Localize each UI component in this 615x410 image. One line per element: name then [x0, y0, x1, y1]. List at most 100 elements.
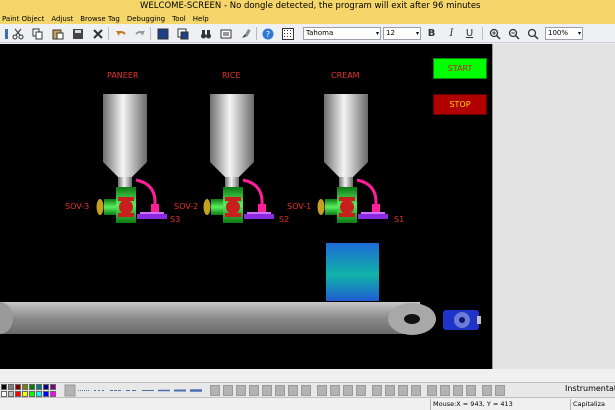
hopper-rice — [210, 94, 254, 187]
color-swatch[interactable] — [50, 384, 56, 390]
sensor-s2 — [242, 178, 274, 219]
undo-icon[interactable] — [113, 26, 128, 41]
toolbar-separator — [482, 27, 483, 40]
font-name-select[interactable]: Tahoma ▾ — [303, 27, 381, 40]
zoom-in-icon[interactable] — [487, 26, 502, 41]
italic-button[interactable]: I — [444, 26, 459, 41]
bold-button[interactable]: B — [424, 26, 439, 41]
font-name-value: Tahoma — [306, 29, 334, 37]
hopper-label-paneer: PANEER — [107, 71, 139, 80]
window-icon[interactable] — [175, 26, 190, 41]
motor-icon — [443, 310, 481, 330]
menu-adjust[interactable]: Adjust — [51, 15, 73, 23]
start-button[interactable]: START — [433, 58, 487, 79]
zoom-out-icon[interactable] — [506, 26, 521, 41]
sensor-label-s2: S2 — [279, 215, 290, 224]
valve-label-sov-2: SOV-2 — [174, 202, 199, 211]
color-swatch[interactable] — [22, 384, 28, 390]
palette-tool[interactable] — [288, 385, 298, 396]
palette-tool[interactable] — [495, 385, 505, 396]
sensor-s1 — [356, 178, 388, 219]
chevron-down-icon: ▾ — [577, 30, 581, 37]
underline-button[interactable]: U — [462, 26, 477, 41]
palette-tool[interactable] — [466, 385, 476, 396]
color-swatch[interactable] — [1, 384, 7, 390]
chevron-down-icon: ▾ — [415, 30, 419, 37]
valve-sov-2[interactable] — [203, 187, 244, 223]
palette-tool[interactable] — [210, 385, 220, 396]
palette-tool[interactable] — [427, 385, 437, 396]
hopper-paneer — [103, 94, 147, 187]
paste-icon[interactable] — [50, 26, 65, 41]
palette-tool[interactable] — [262, 385, 272, 396]
caps-lock-indicator: Capitaliza — [570, 399, 615, 410]
sensor-s3 — [135, 178, 167, 219]
font-size-select[interactable]: 12 ▾ — [383, 27, 421, 40]
palette-tool[interactable] — [275, 385, 285, 396]
palette-tool[interactable] — [453, 385, 463, 396]
menu-bar: Paint Object Adjust Browse Tag Debugging… — [0, 13, 615, 24]
valve-sov-1[interactable] — [317, 187, 358, 223]
line-style-picker[interactable] — [64, 383, 204, 398]
right-panel — [492, 44, 615, 369]
chevron-down-icon: ▾ — [375, 30, 379, 37]
palette-tool[interactable] — [249, 385, 259, 396]
palette-tool[interactable] — [440, 385, 450, 396]
zoom-select[interactable]: 100% ▾ — [545, 27, 583, 40]
menu-paint-object[interactable]: Paint Object — [2, 15, 44, 23]
palette-tool[interactable] — [356, 385, 366, 396]
stop-button[interactable]: STOP — [433, 94, 487, 115]
copy-icon[interactable] — [30, 26, 45, 41]
grid-icon[interactable] — [280, 26, 295, 41]
menu-browse-tag[interactable]: Browse Tag — [80, 15, 120, 23]
palette-tool[interactable] — [236, 385, 246, 396]
hmi-canvas[interactable]: PANEER RICE CREAM SOV-3 SOV-2 SOV-1 S3 S… — [0, 44, 492, 369]
screen-icon[interactable] — [155, 26, 170, 41]
cut-icon[interactable] — [10, 26, 25, 41]
palette-tool[interactable] — [398, 385, 408, 396]
menu-tool[interactable]: Tool — [172, 15, 186, 23]
menu-debugging[interactable]: Debugging — [127, 15, 165, 23]
svg-text:?: ? — [265, 30, 269, 39]
color-swatch[interactable] — [29, 384, 35, 390]
redo-icon[interactable] — [132, 26, 147, 41]
valve-label-sov-1: SOV-1 — [287, 202, 312, 211]
zoom-icon[interactable] — [525, 26, 540, 41]
palette-tool[interactable] — [223, 385, 233, 396]
toolbar-separator — [108, 27, 109, 40]
palette-tool[interactable] — [343, 385, 353, 396]
binoculars-icon[interactable] — [198, 26, 213, 41]
color-swatch[interactable] — [8, 384, 14, 390]
sensor-label-s3: S3 — [170, 215, 181, 224]
valve-sov-3[interactable] — [96, 187, 137, 223]
delete-icon[interactable] — [90, 26, 105, 41]
font-size-value: 12 — [386, 29, 395, 37]
save-icon[interactable] — [70, 26, 85, 41]
palette-tool[interactable] — [372, 385, 382, 396]
palette-tool[interactable] — [317, 385, 327, 396]
status-bar: Mouse:X = 943, Y = 413 Capitaliza — [0, 397, 615, 410]
toolbar: ? Tahoma ▾ 12 ▾ B I U 100% ▾ — [0, 24, 615, 43]
palette-tool[interactable] — [411, 385, 421, 396]
zoom-value: 100% — [548, 29, 569, 37]
window-title: WELCOME-SCREEN - No dongle detected, the… — [140, 1, 481, 11]
palette-tool[interactable] — [385, 385, 395, 396]
sensor-label-s1: S1 — [394, 215, 405, 224]
hopper-label-cream: CREAM — [331, 71, 360, 80]
palette-tool[interactable] — [330, 385, 340, 396]
properties-icon[interactable] — [218, 26, 233, 41]
color-swatch[interactable] — [36, 384, 42, 390]
hopper-cream — [324, 94, 368, 187]
palette-tool[interactable] — [482, 385, 492, 396]
paint-brush-icon[interactable] — [238, 26, 253, 41]
container-box — [326, 243, 379, 301]
color-swatch[interactable] — [43, 384, 49, 390]
menu-help[interactable]: Help — [193, 15, 209, 23]
palette-tool[interactable] — [301, 385, 311, 396]
help-icon[interactable]: ? — [260, 26, 275, 41]
valve-label-sov-3: SOV-3 — [65, 202, 90, 211]
palette-bar: Instrumentation — [0, 382, 615, 397]
toolbar-separator — [150, 27, 151, 40]
color-swatch[interactable] — [15, 384, 21, 390]
hopper-label-rice: RICE — [222, 71, 241, 80]
